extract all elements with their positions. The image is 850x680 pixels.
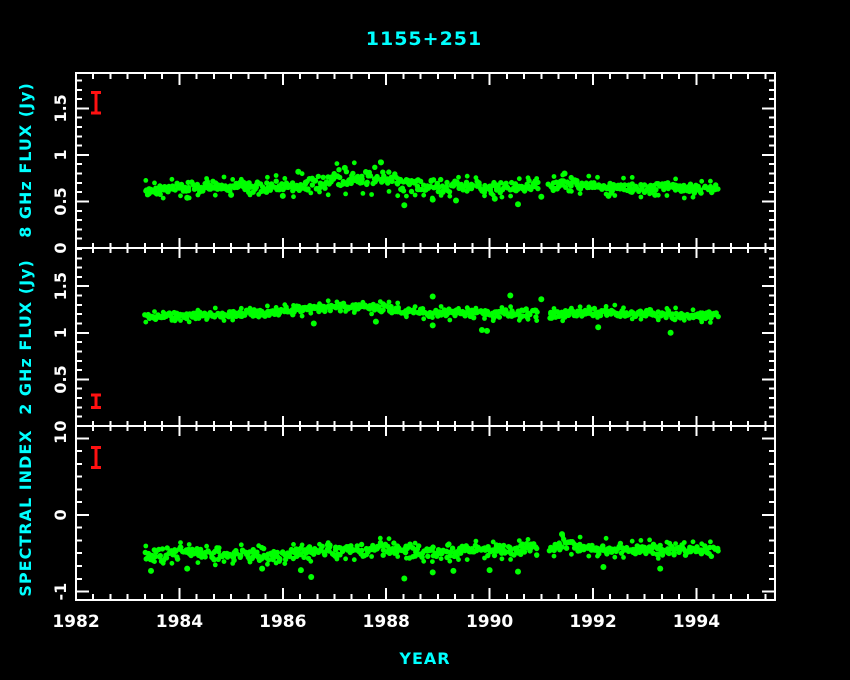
data-point-outlier [308, 574, 314, 580]
panel-frame-2 [76, 426, 775, 600]
data-point-outlier [259, 566, 265, 572]
y-tick-label: 0.5 [51, 365, 70, 393]
data-point-outlier [342, 165, 348, 171]
data-point-outlier [595, 324, 601, 330]
y-tick-label: 0 [51, 242, 70, 253]
data-point-outlier [492, 196, 498, 202]
data-point-outlier [450, 568, 456, 574]
x-tick-label: 1994 [673, 612, 720, 632]
data-point-outlier [430, 322, 436, 328]
data-point-outlier [559, 531, 565, 537]
data-point-outlier [657, 566, 663, 572]
data-point-outlier [184, 195, 190, 201]
y-tick-labels: 0 0.5 1 1.5 0 0.5 1 1.5 -1 0 1 [51, 94, 70, 600]
data-point-outlier [484, 328, 490, 334]
y-tick-label: 0 [51, 420, 70, 431]
data-point-outlier [507, 293, 513, 299]
data-point-outlier [280, 193, 286, 199]
error-bars [91, 93, 101, 468]
error-bar-panel-1 [91, 395, 101, 407]
data-point-outlier [538, 194, 544, 200]
x-tick-label: 1984 [156, 612, 203, 632]
data-point-outlier [600, 564, 606, 570]
data-points [142, 159, 721, 581]
x-tick-labels: 1982 1984 1986 1988 1990 1992 1994 [52, 612, 720, 632]
x-tick-label: 1988 [363, 612, 410, 632]
data-point-outlier [538, 296, 544, 302]
y-axis-title-8ghz: 8 GHz FLUX (Jy) [16, 82, 35, 238]
data-point-outlier [311, 321, 317, 327]
y-tick-label: 1 [51, 433, 70, 444]
panel-frames [76, 73, 775, 600]
data-point-outlier [652, 192, 658, 198]
panel-frame-1 [76, 248, 775, 426]
x-tick-label: 1990 [466, 612, 513, 632]
series-points-2 [143, 531, 721, 581]
data-point-outlier [401, 576, 407, 582]
y-axis-title-2ghz: 2 GHz FLUX (Jy) [16, 259, 35, 415]
plot-title: 1155+251 [366, 28, 482, 50]
data-point-outlier [295, 169, 301, 175]
y-tick-label: -1 [51, 583, 70, 601]
data-point-outlier [606, 193, 612, 199]
light-curve-plot: 1155+251 1982198419861988199019921994 00… [0, 0, 850, 680]
data-point-outlier [668, 330, 674, 336]
series-points-0 [143, 159, 720, 208]
y-tick-label: 0.5 [51, 187, 70, 215]
data-point-outlier [453, 198, 459, 204]
series-points-1 [142, 293, 721, 336]
error-bar-panel-2 [91, 447, 101, 467]
data-point-outlier [430, 294, 436, 300]
data-point-outlier [430, 569, 436, 575]
data-point-outlier [148, 568, 154, 574]
y-axis-title-spectral-index: SPECTRAL INDEX [16, 429, 35, 596]
y-tick-label: 1.5 [51, 94, 70, 122]
data-point-outlier [184, 566, 190, 572]
x-axis-title: YEAR [398, 649, 450, 668]
data-point-outlier [401, 202, 407, 208]
data-point-outlier [378, 159, 384, 165]
panel-frame-0 [76, 73, 775, 248]
data-point-outlier [479, 327, 485, 333]
x-tick-label: 1982 [52, 612, 99, 632]
data-point-outlier [430, 197, 436, 203]
data-point-outlier [373, 319, 379, 325]
data-point-outlier [515, 569, 521, 575]
light-curve-chart: 1155+251 1982198419861988199019921994 00… [0, 0, 850, 680]
x-tick-label: 1986 [259, 612, 306, 632]
axis-ticks [76, 73, 775, 600]
error-bar-panel-0 [91, 93, 101, 113]
y-tick-label: 1 [51, 149, 70, 160]
data-point-outlier [515, 201, 521, 207]
data-point-outlier [228, 192, 234, 198]
data-point-outlier [487, 567, 493, 573]
data-point-outlier [562, 171, 568, 177]
y-tick-label: 0 [51, 509, 70, 520]
y-tick-label: 1.5 [51, 272, 70, 300]
data-point-outlier [298, 567, 304, 573]
x-tick-label: 1992 [569, 612, 616, 632]
y-tick-label: 1 [51, 327, 70, 338]
